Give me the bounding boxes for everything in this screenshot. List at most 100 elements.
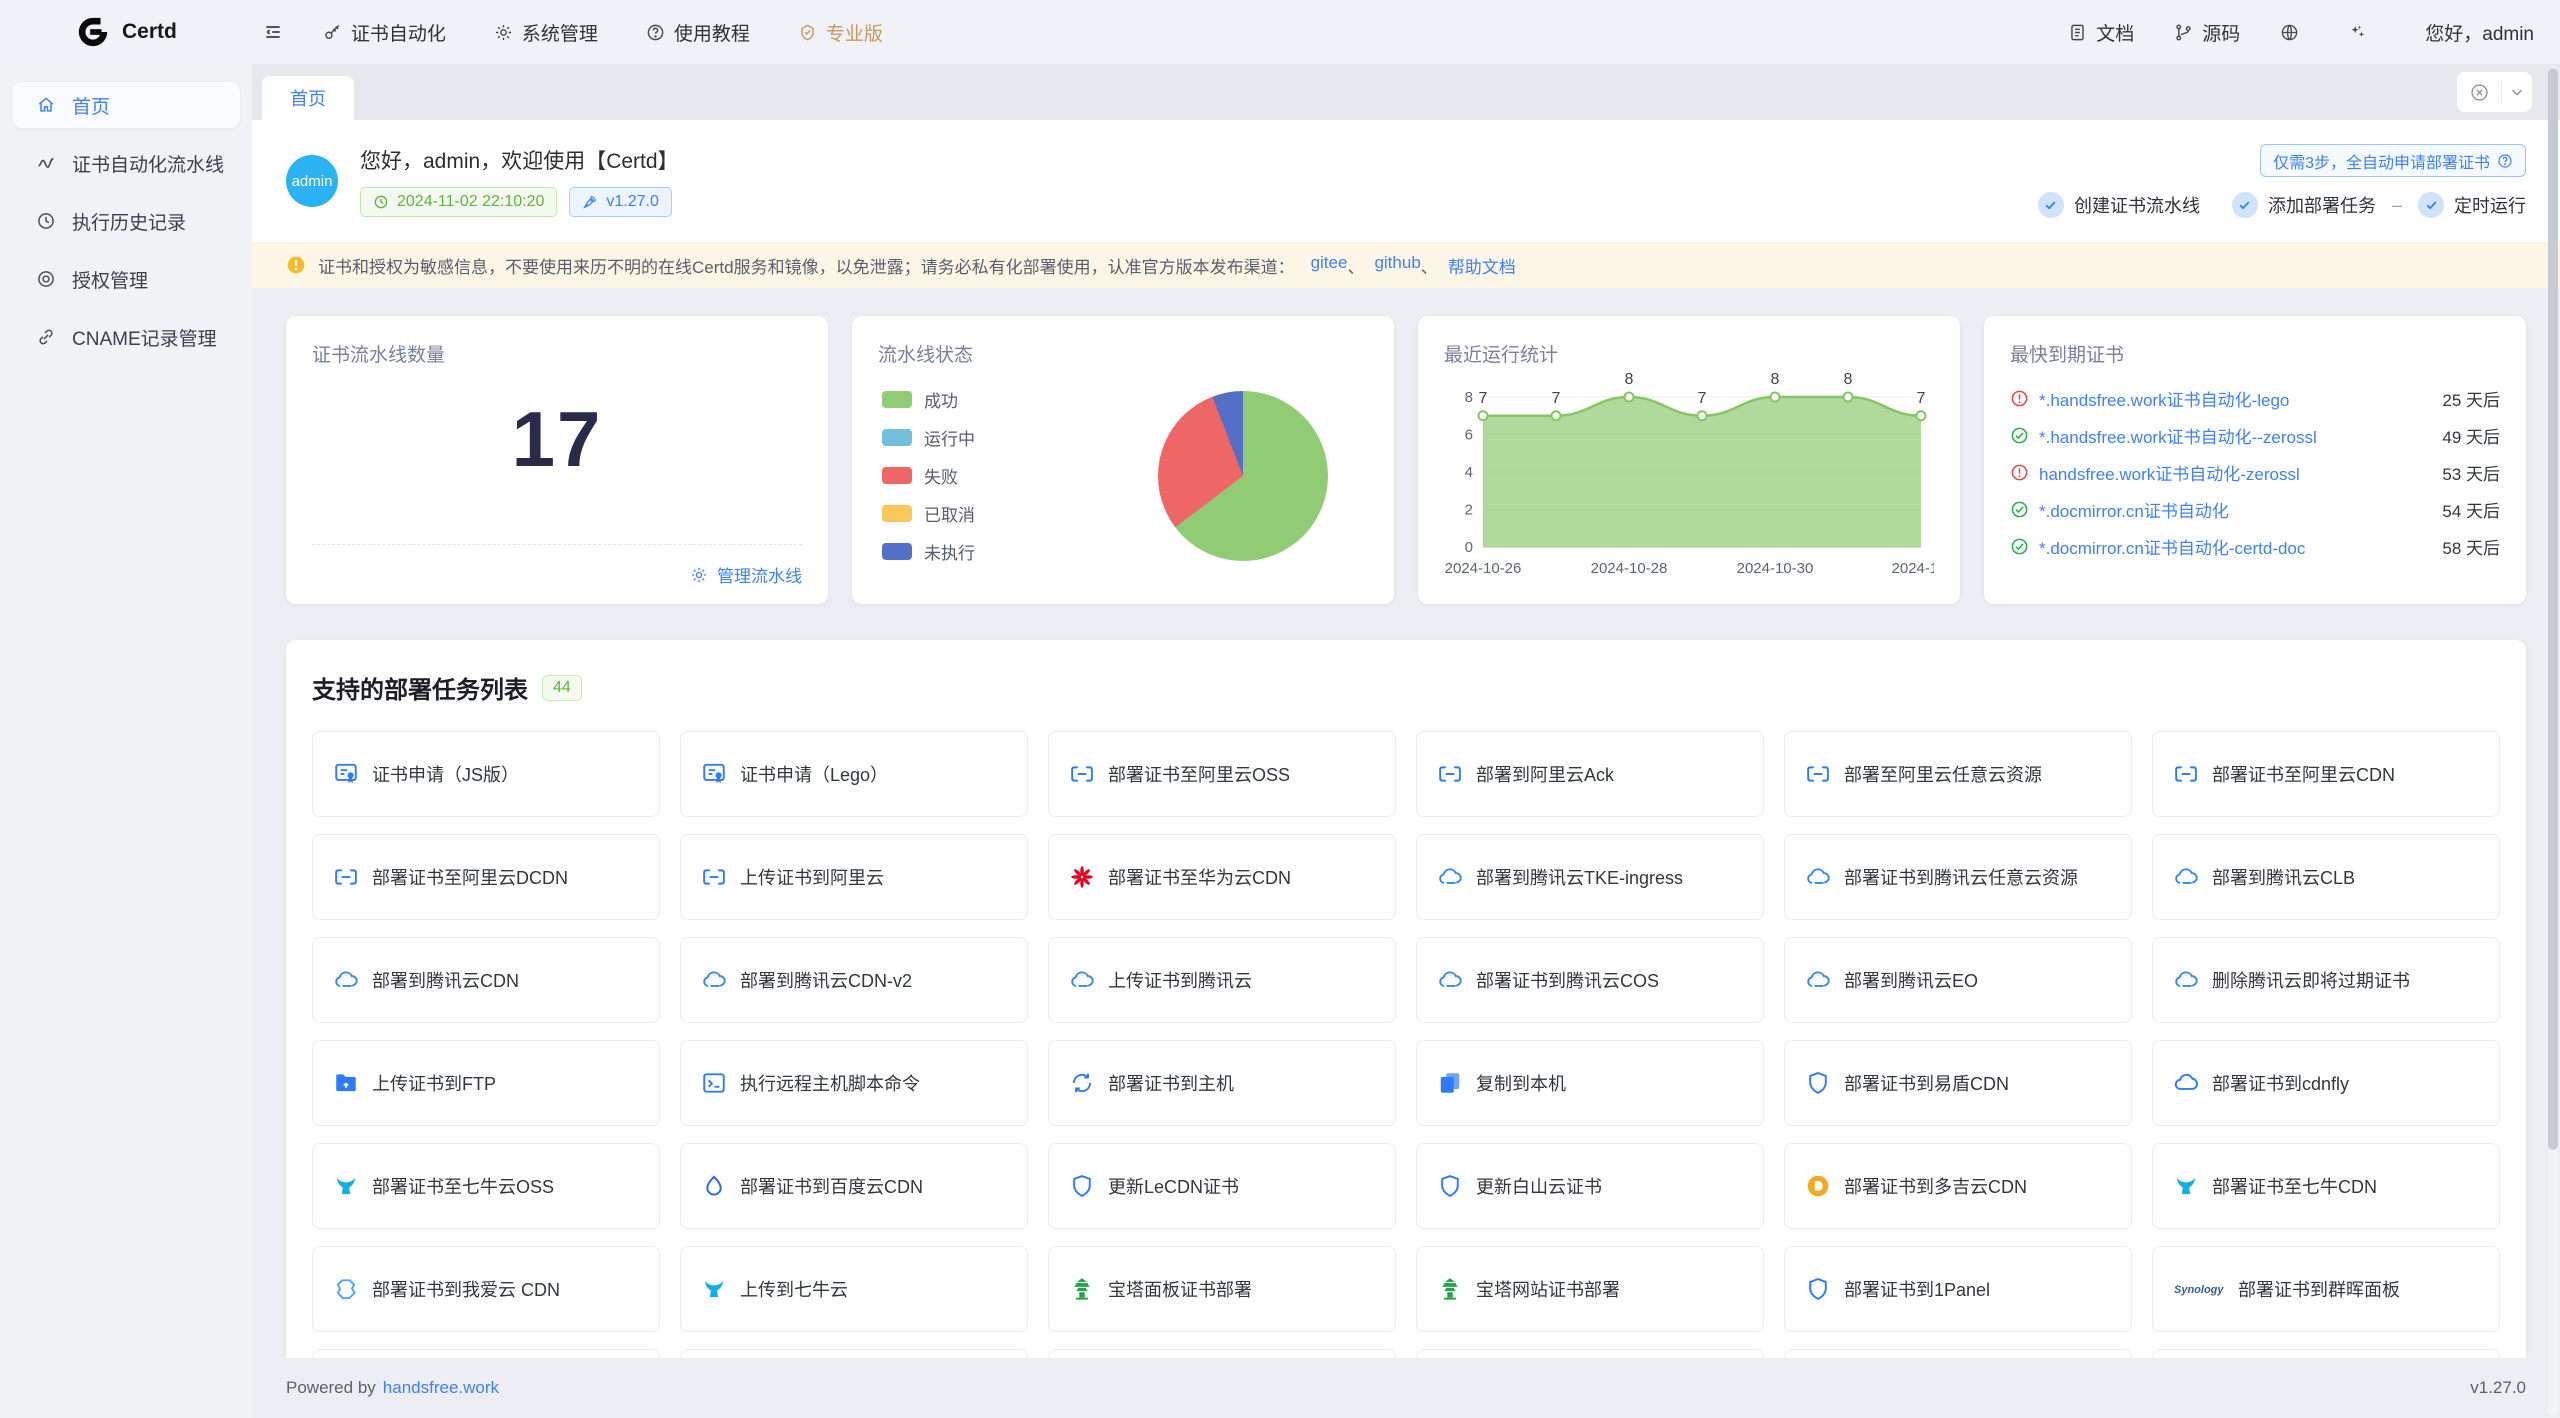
task-item[interactable]: 部署证书到易盾CDN	[1784, 1040, 2132, 1126]
scrollbar-thumb[interactable]	[2548, 68, 2558, 1150]
task-item[interactable]: 部署证书至华为云CDN	[1048, 834, 1396, 920]
task-item[interactable]: 部署证书至七牛云OSS	[312, 1143, 660, 1229]
task-item[interactable]: 宝塔网站证书部署	[1416, 1246, 1764, 1332]
legend-swatch	[882, 543, 912, 560]
task-label: 部署至阿里云任意云资源	[1844, 761, 2042, 787]
task-item[interactable]: 宝塔面板证书部署	[1048, 1246, 1396, 1332]
task-item[interactable]: 部署证书至阿里云OSS	[1048, 731, 1396, 817]
nav-right-item[interactable]	[2280, 23, 2308, 42]
task-item[interactable]: 执行远程主机脚本命令	[680, 1040, 1028, 1126]
close-circle-icon[interactable]	[2457, 82, 2501, 103]
alert-link[interactable]: gitee	[1311, 253, 1348, 278]
chevron-down-icon[interactable]	[2502, 83, 2532, 101]
task-item[interactable]: 部署证书到1Panel	[1784, 1246, 2132, 1332]
task-item[interactable]: 部署证书到腾讯云任意云资源	[1784, 834, 2132, 920]
task-item[interactable]: Synology 部署证书到群晖面板	[2152, 1246, 2500, 1332]
certificate-link[interactable]: handsfree.work证书自动化-zerossl	[2039, 460, 2300, 485]
task-item[interactable]: 上传证书到FTP	[312, 1040, 660, 1126]
task-label: 上传证书到阿里云	[740, 864, 884, 890]
task-item[interactable]	[1784, 1349, 2132, 1358]
history-icon	[36, 211, 56, 231]
legend-item[interactable]: 运行中	[882, 425, 975, 450]
nav-right-item[interactable]: 您好，admin	[2416, 19, 2534, 46]
alert-text: 证书和授权为敏感信息，不要使用来历不明的在线Certd服务和镜像，以免泄露；请务…	[318, 253, 1295, 278]
task-item[interactable]: 部署到腾讯云EO	[1784, 937, 2132, 1023]
legend-item[interactable]: 成功	[882, 387, 975, 412]
task-item[interactable]: 上传证书到腾讯云	[1048, 937, 1396, 1023]
task-item[interactable]: 部署证书到我爱云 CDN	[312, 1246, 660, 1332]
task-item[interactable]	[1048, 1349, 1396, 1358]
sidebar-item-label: 授权管理	[72, 266, 148, 293]
sidebar-item[interactable]: 证书自动化流水线	[12, 140, 240, 186]
task-item[interactable]: 部署证书到腾讯云COS	[1416, 937, 1764, 1023]
nav-right-item[interactable]: 文档	[2068, 19, 2134, 46]
task-item[interactable]: 部署证书至阿里云DCDN	[312, 834, 660, 920]
certificate-link[interactable]: *.docmirror.cn证书自动化-certd-doc	[2039, 534, 2305, 559]
certificate-link[interactable]: *.docmirror.cn证书自动化	[2039, 497, 2229, 522]
legend-item[interactable]: 已取消	[882, 501, 975, 526]
nav-right-item[interactable]: 源码	[2174, 19, 2240, 46]
sidebar-item[interactable]: 首页	[12, 82, 240, 128]
task-item[interactable]: 证书申请（Lego）	[680, 731, 1028, 817]
task-item[interactable]: 更新白山云证书	[1416, 1143, 1764, 1229]
task-item[interactable]: 部署到腾讯云CDN-v2	[680, 937, 1028, 1023]
task-item[interactable]: 部署证书到多吉云CDN	[1784, 1143, 2132, 1229]
nav-menu-item[interactable]: 使用教程	[646, 19, 750, 46]
nav-menu-item[interactable]: 系统管理	[494, 19, 598, 46]
task-item[interactable]: 上传到七牛云	[680, 1246, 1028, 1332]
handsfree-link[interactable]: handsfree.work	[383, 1378, 499, 1398]
task-label: 删除腾讯云即将过期证书	[2212, 967, 2410, 993]
task-item[interactable]: 部署到腾讯云CLB	[2152, 834, 2500, 920]
task-label: 部署证书到我爱云 CDN	[372, 1276, 560, 1302]
sidebar-collapse-icon[interactable]	[263, 22, 283, 42]
task-item[interactable]: 部署到阿里云Ack	[1416, 731, 1764, 817]
task-item[interactable]: 证书申请（JS版）	[312, 731, 660, 817]
task-item[interactable]: 复制到本机	[1416, 1040, 1764, 1126]
baota-icon	[1069, 1276, 1095, 1302]
task-item[interactable]	[312, 1349, 660, 1358]
nav-right-item[interactable]	[2348, 23, 2376, 42]
alert-link[interactable]: 帮助文档	[1448, 253, 1516, 278]
pipeline-icon	[36, 153, 56, 173]
version-badge[interactable]: v1.27.0	[569, 187, 671, 217]
legend-item[interactable]: 失败	[882, 463, 975, 488]
task-item[interactable]: 更新LeCDN证书	[1048, 1143, 1396, 1229]
avatar[interactable]: admin	[286, 155, 338, 207]
nav-menu-item[interactable]: 证书自动化	[323, 19, 446, 46]
promo-badge[interactable]: 仅需3步，全自动申请部署证书	[2260, 144, 2526, 177]
task-item[interactable]: 部署到腾讯云TKE-ingress	[1416, 834, 1764, 920]
tab-home[interactable]: 首页	[262, 76, 354, 120]
copy-icon	[1437, 1070, 1463, 1096]
sidebar-item[interactable]: 执行历史记录	[12, 198, 240, 244]
task-item[interactable]: 部署证书至阿里云CDN	[2152, 731, 2500, 817]
certificate-link[interactable]: *.handsfree.work证书自动化-lego	[2039, 386, 2289, 411]
days-remaining: 25 天后	[2432, 386, 2500, 411]
task-item[interactable]: 部署证书到百度云CDN	[680, 1143, 1028, 1229]
legend-item[interactable]: 未执行	[882, 539, 975, 564]
task-item[interactable]: 部署证书到cdnfly	[2152, 1040, 2500, 1126]
task-item[interactable]: 上传证书到阿里云	[680, 834, 1028, 920]
clock-icon	[373, 194, 389, 210]
branch-icon	[2174, 23, 2193, 42]
task-item[interactable]: 部署至阿里云任意云资源	[1784, 731, 2132, 817]
certificate-link[interactable]: *.handsfree.work证书自动化--zerossl	[2039, 423, 2317, 448]
sidebar-item[interactable]: CNAME记录管理	[12, 314, 240, 360]
task-item[interactable]	[680, 1349, 1028, 1358]
alert-link[interactable]: github	[1374, 253, 1420, 278]
task-item[interactable]	[2152, 1349, 2500, 1358]
tencent-icon	[2173, 864, 2199, 890]
brand[interactable]: Certd	[76, 15, 177, 49]
nav-menu-item[interactable]: 专业版	[798, 19, 883, 46]
task-item[interactable]: 部署证书到主机	[1048, 1040, 1396, 1126]
task-item[interactable]: 删除腾讯云即将过期证书	[2152, 937, 2500, 1023]
gear-icon	[494, 23, 513, 42]
task-item[interactable]: 部署证书至七牛CDN	[2152, 1143, 2500, 1229]
powered-by: Powered by	[286, 1378, 376, 1398]
security-alert: 证书和授权为敏感信息，不要使用来历不明的在线Certd服务和镜像，以免泄露；请务…	[252, 242, 2560, 288]
page-scrollbar[interactable]	[2548, 66, 2558, 1416]
task-item[interactable]	[1416, 1349, 1764, 1358]
manage-pipelines-link[interactable]: 管理流水线	[312, 544, 802, 604]
sidebar-item[interactable]: 授权管理	[12, 256, 240, 302]
task-label: 部署到腾讯云EO	[1844, 967, 1978, 993]
task-item[interactable]: 部署到腾讯云CDN	[312, 937, 660, 1023]
